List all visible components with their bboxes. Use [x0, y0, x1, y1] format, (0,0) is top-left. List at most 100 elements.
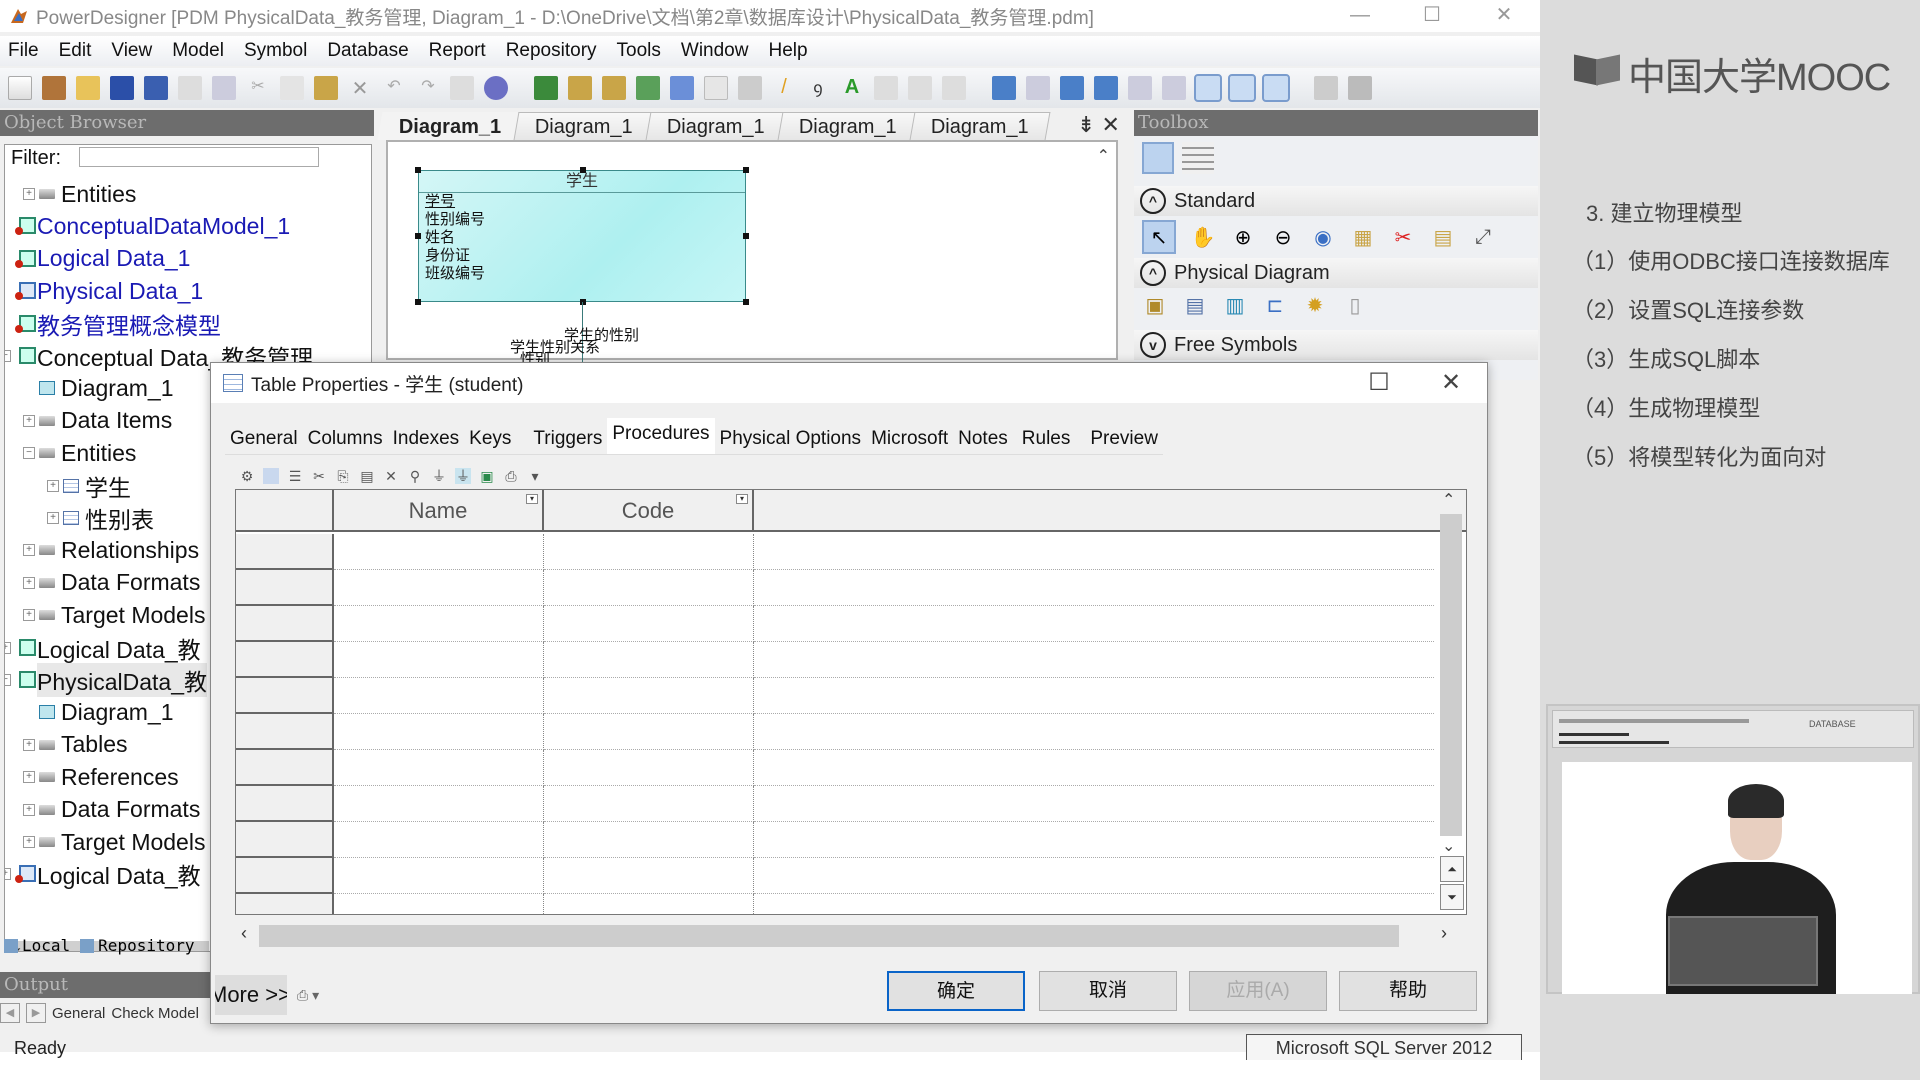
menu-report[interactable]: Report: [429, 40, 486, 62]
scrollbar-thumb[interactable]: [259, 925, 1399, 947]
grid-horizontal-scrollbar[interactable]: ‹ ›: [235, 923, 1447, 949]
file-tool-icon[interactable]: ▯: [1342, 292, 1368, 318]
reference-tool-icon[interactable]: ⊏: [1262, 292, 1288, 318]
menu-window[interactable]: Window: [681, 40, 749, 62]
tree-item[interactable]: + 性别表: [47, 503, 154, 533]
copy-icon[interactable]: ⎘: [335, 468, 351, 484]
table-row[interactable]: [236, 534, 1436, 570]
table-row[interactable]: [236, 606, 1436, 642]
properties-tool-icon[interactable]: ▦: [1350, 224, 1376, 250]
toolbox-section-free-symbols[interactable]: v Free Symbols: [1134, 330, 1538, 360]
cell-code[interactable]: [544, 678, 754, 714]
toolbox-section-standard[interactable]: ^ Standard: [1134, 186, 1538, 216]
table-row[interactable]: [236, 894, 1436, 914]
tab-diagram-2[interactable]: Diagram_1: [513, 112, 655, 140]
output-prev-button[interactable]: ◀: [0, 1003, 20, 1023]
tab-local[interactable]: Local: [4, 936, 70, 955]
print-icon[interactable]: [212, 76, 236, 100]
tab-diagram-5[interactable]: Diagram_1: [909, 112, 1051, 140]
zoom-out-icon[interactable]: ⊖: [1270, 224, 1296, 250]
tab-list-close-icons[interactable]: ⇟ ✕: [1077, 112, 1120, 138]
menu-help[interactable]: Help: [768, 40, 807, 62]
resize-handle[interactable]: [415, 167, 421, 173]
find-icon[interactable]: ⚲: [407, 468, 423, 484]
tree-item[interactable]: + Tables: [23, 730, 127, 760]
cell-code[interactable]: [544, 786, 754, 822]
menu-repository[interactable]: Repository: [506, 40, 597, 62]
cell-name[interactable]: [334, 750, 544, 786]
output-tab-general[interactable]: General: [52, 1005, 105, 1022]
cell-code[interactable]: [544, 858, 754, 894]
shape-icon[interactable]: [704, 76, 728, 100]
view-icon-3[interactable]: [1060, 76, 1084, 100]
table-row[interactable]: [236, 714, 1436, 750]
properties-icon[interactable]: ⚙: [239, 468, 255, 484]
table-row[interactable]: [236, 642, 1436, 678]
tab-diagram-3[interactable]: Diagram_1: [645, 112, 787, 140]
sort-icon[interactable]: ▾: [526, 494, 538, 504]
repository-icon[interactable]: [484, 76, 508, 100]
toolbox-toggle-icon[interactable]: [1262, 74, 1290, 102]
cell-code[interactable]: [544, 642, 754, 678]
cancel-button[interactable]: 取消: [1039, 971, 1177, 1011]
filter-input[interactable]: [79, 147, 319, 167]
save-icon[interactable]: [110, 76, 134, 100]
grabber-tool-icon[interactable]: ✋: [1190, 224, 1216, 250]
scroll-left-icon[interactable]: ‹: [241, 923, 247, 944]
tree-item[interactable]: 教务管理概念模型: [15, 309, 221, 339]
printer-icon[interactable]: [1348, 76, 1372, 100]
row-header[interactable]: [236, 570, 334, 606]
resize-handle[interactable]: [743, 299, 749, 305]
resize-handle[interactable]: [580, 167, 586, 173]
expand-icon[interactable]: +: [47, 512, 59, 524]
column-header-code[interactable]: Code ▾: [544, 490, 754, 532]
menu-edit[interactable]: Edit: [59, 40, 92, 62]
cell-name[interactable]: [334, 534, 544, 570]
tree-item[interactable]: + Logical Data_教: [5, 859, 201, 889]
cell-name[interactable]: [334, 642, 544, 678]
expand-icon[interactable]: +: [5, 641, 11, 654]
help-button[interactable]: 帮助: [1339, 971, 1477, 1011]
table-row[interactable]: [236, 678, 1436, 714]
tree-item[interactable]: Diagram_1: [39, 373, 174, 403]
table-row[interactable]: [236, 822, 1436, 858]
scroll-up-icon[interactable]: ⌃: [1097, 146, 1110, 166]
cell-code[interactable]: [544, 714, 754, 750]
tree-item[interactable]: − Entities: [23, 438, 136, 468]
row-header[interactable]: [236, 714, 334, 750]
filter-icon[interactable]: ⏚: [431, 468, 447, 484]
tab-diagram-4[interactable]: Diagram_1: [777, 112, 919, 140]
cell-code[interactable]: [544, 570, 754, 606]
menu-tools[interactable]: Tools: [617, 40, 661, 62]
tree-item[interactable]: ConceptualDataModel_1: [15, 211, 290, 241]
cell-name[interactable]: [334, 570, 544, 606]
object-browser-toggle-icon[interactable]: [1194, 74, 1222, 102]
undo-icon[interactable]: ↶: [382, 76, 406, 100]
tree-item[interactable]: + Target Models: [23, 600, 205, 630]
scroll-right-icon[interactable]: ›: [1441, 923, 1447, 944]
cell-name[interactable]: [334, 714, 544, 750]
expand-icon[interactable]: +: [47, 479, 59, 492]
tree-item[interactable]: + Data Formats: [23, 568, 200, 598]
link-tool-icon[interactable]: ⤢: [1470, 224, 1496, 250]
resize-handle[interactable]: [580, 299, 586, 305]
tab-repository[interactable]: Repository: [80, 936, 195, 955]
grid-view-icon[interactable]: [1142, 142, 1174, 174]
paste-icon[interactable]: [314, 76, 338, 100]
dialog-maximize-button[interactable]: ☐: [1343, 363, 1415, 403]
scroll-up-icon[interactable]: ⌃: [1442, 490, 1455, 510]
paste-icon[interactable]: ▤: [359, 468, 375, 484]
expand-icon[interactable]: +: [23, 188, 35, 200]
grid-vertical-scrollbar[interactable]: ⌃ ⌄ ⏶ ⏷: [1440, 490, 1464, 914]
pointer-tool-icon[interactable]: ↖: [1142, 220, 1176, 254]
toolbox-section-physical-diagram[interactable]: ^ Physical Diagram: [1134, 258, 1538, 288]
excel-export-icon[interactable]: ▣: [479, 468, 495, 484]
collapse-icon[interactable]: −: [5, 350, 11, 362]
tree-item[interactable]: + 学生: [47, 471, 131, 501]
table-row[interactable]: [236, 750, 1436, 786]
save-all-icon[interactable]: [144, 76, 168, 100]
menu-model[interactable]: Model: [172, 40, 224, 62]
view-icon-2[interactable]: [1026, 76, 1050, 100]
tab-diagram-1[interactable]: Diagram_1: [377, 112, 523, 140]
copy-icon[interactable]: [280, 76, 304, 100]
